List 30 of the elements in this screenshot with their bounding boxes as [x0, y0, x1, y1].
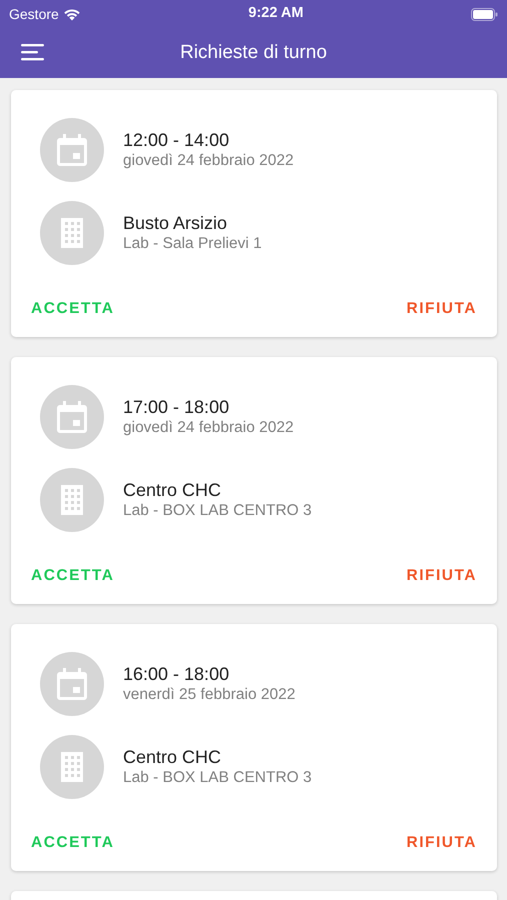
accept-button[interactable]: ACCETTA	[31, 827, 114, 858]
wifi-icon	[62, 8, 81, 20]
reject-button[interactable]: RIFIUTA	[406, 560, 477, 592]
shift-time: 12:00 - 14:00	[123, 129, 230, 151]
location-name: Centro CHC	[123, 479, 222, 501]
shift-date: giovedì 24 febbraio 2022	[123, 418, 294, 438]
building-icon	[61, 485, 83, 515]
shift-date: giovedì 24 febbraio 2022	[123, 151, 294, 171]
calendar-icon	[57, 134, 87, 166]
shift-time: 17:00 - 18:00	[123, 396, 230, 418]
reject-button[interactable]: RIFIUTA	[406, 827, 477, 858]
room-name: Lab - Sala Prelievi 1	[123, 234, 262, 254]
location-name: Busto Arsizio	[123, 212, 228, 234]
shift-date: venerdì 25 febbraio 2022	[123, 685, 296, 705]
location-name: Centro CHC	[123, 746, 222, 768]
room-name: Lab - BOX LAB CENTRO 3	[123, 501, 312, 521]
calendar-icon	[57, 401, 87, 433]
calendar-icon	[57, 668, 87, 700]
battery-icon	[471, 8, 498, 20]
accept-button[interactable]: ACCETTA	[31, 560, 114, 592]
clock-time: 9:22 AM	[248, 4, 304, 24]
room-name: Lab - BOX LAB CENTRO 3	[123, 768, 312, 788]
menu-icon[interactable]	[21, 43, 44, 61]
screen-title: Richieste di turno	[180, 40, 327, 65]
accept-button[interactable]: ACCETTA	[31, 293, 114, 324]
shift-time: 16:00 - 18:00	[123, 663, 230, 685]
building-icon	[61, 752, 83, 782]
reject-button[interactable]: RIFIUTA	[406, 293, 477, 324]
carrier-name: Gestore	[9, 4, 59, 24]
building-icon	[61, 218, 83, 248]
